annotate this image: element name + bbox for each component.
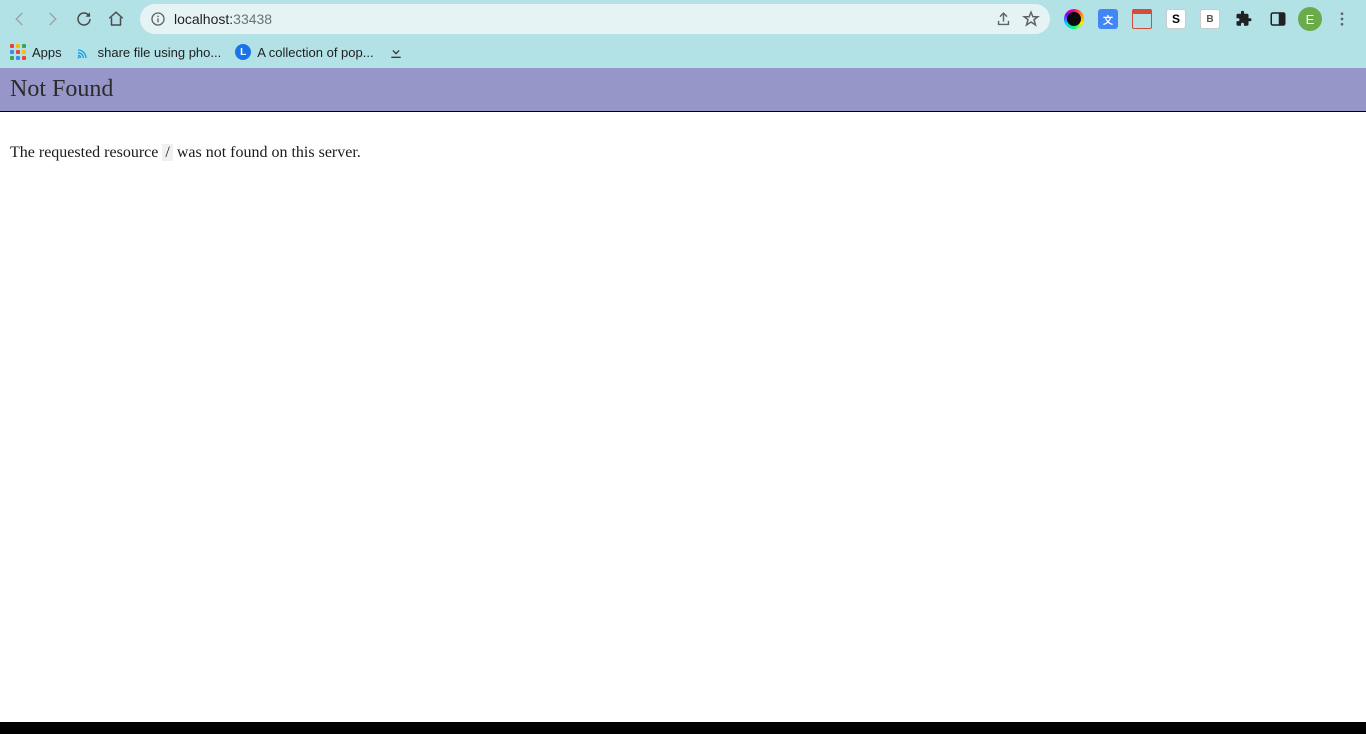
arrow-right-icon: [43, 10, 61, 28]
error-message: The requested resource / was not found o…: [10, 144, 1356, 162]
browser-chrome: localhost:33438 文 S B: [0, 0, 1366, 68]
dots-vertical-icon: [1333, 10, 1351, 28]
apps-shortcut[interactable]: Apps: [10, 44, 62, 60]
cast-icon: [76, 44, 92, 60]
error-path: /: [162, 144, 172, 161]
puzzle-icon: [1235, 10, 1253, 28]
address-bar[interactable]: localhost:33438: [140, 4, 1050, 34]
side-panel-button[interactable]: [1264, 5, 1292, 33]
extension-opera-icon[interactable]: [1060, 5, 1088, 33]
window-bottom-strip: [0, 722, 1366, 734]
apps-grid-icon: [10, 44, 26, 60]
bookmark-label: share file using pho...: [98, 45, 222, 60]
error-header: Not Found: [0, 68, 1366, 112]
bookmark-item-download[interactable]: [388, 44, 404, 60]
star-icon: [1022, 10, 1040, 28]
extension-s-icon[interactable]: S: [1162, 5, 1190, 33]
reload-button[interactable]: [70, 5, 98, 33]
rainbow-circle-icon: [1064, 9, 1084, 29]
share-icon: [995, 11, 1012, 28]
download-icon: [388, 44, 404, 60]
bookmark-item-collection[interactable]: L A collection of pop...: [235, 44, 373, 60]
calendar-icon: [1132, 9, 1152, 29]
extension-b-icon[interactable]: B: [1196, 5, 1224, 33]
extensions-row: 文 S B E: [1060, 5, 1360, 33]
forward-button[interactable]: [38, 5, 66, 33]
translate-icon: 文: [1098, 9, 1118, 29]
chrome-menu-button[interactable]: [1328, 5, 1356, 33]
nav-toolbar: localhost:33438 文 S B: [0, 0, 1366, 36]
letter-b-icon: B: [1200, 9, 1220, 29]
bookmark-label: A collection of pop...: [257, 45, 373, 60]
extension-google-translate-icon[interactable]: 文: [1094, 5, 1122, 33]
error-msg-before: The requested resource: [10, 144, 162, 161]
arrow-left-icon: [11, 10, 29, 28]
extensions-menu-button[interactable]: [1230, 5, 1258, 33]
address-host: localhost:: [174, 11, 233, 27]
page-title: Not Found: [10, 76, 1356, 103]
error-msg-after: was not found on this server.: [173, 144, 361, 161]
extension-calendar-icon[interactable]: [1128, 5, 1156, 33]
letter-s-icon: S: [1166, 9, 1186, 29]
home-icon: [107, 10, 125, 28]
address-port: 33438: [233, 11, 272, 27]
bookmark-button[interactable]: [1022, 10, 1040, 28]
apps-label: Apps: [32, 45, 62, 60]
letter-l-icon: L: [235, 44, 251, 60]
home-button[interactable]: [102, 5, 130, 33]
bookmarks-bar: Apps share file using pho... L A collect…: [0, 36, 1366, 68]
share-button[interactable]: [995, 11, 1012, 28]
address-text: localhost:33438: [174, 11, 987, 27]
avatar-initial: E: [1306, 12, 1315, 27]
reload-icon: [75, 10, 93, 28]
site-info-icon[interactable]: [150, 11, 166, 27]
panel-icon: [1269, 10, 1287, 28]
back-button[interactable]: [6, 5, 34, 33]
profile-avatar[interactable]: E: [1298, 7, 1322, 31]
info-icon: [150, 11, 166, 27]
bookmark-item-share-file[interactable]: share file using pho...: [76, 44, 222, 60]
error-body: The requested resource / was not found o…: [0, 112, 1366, 194]
